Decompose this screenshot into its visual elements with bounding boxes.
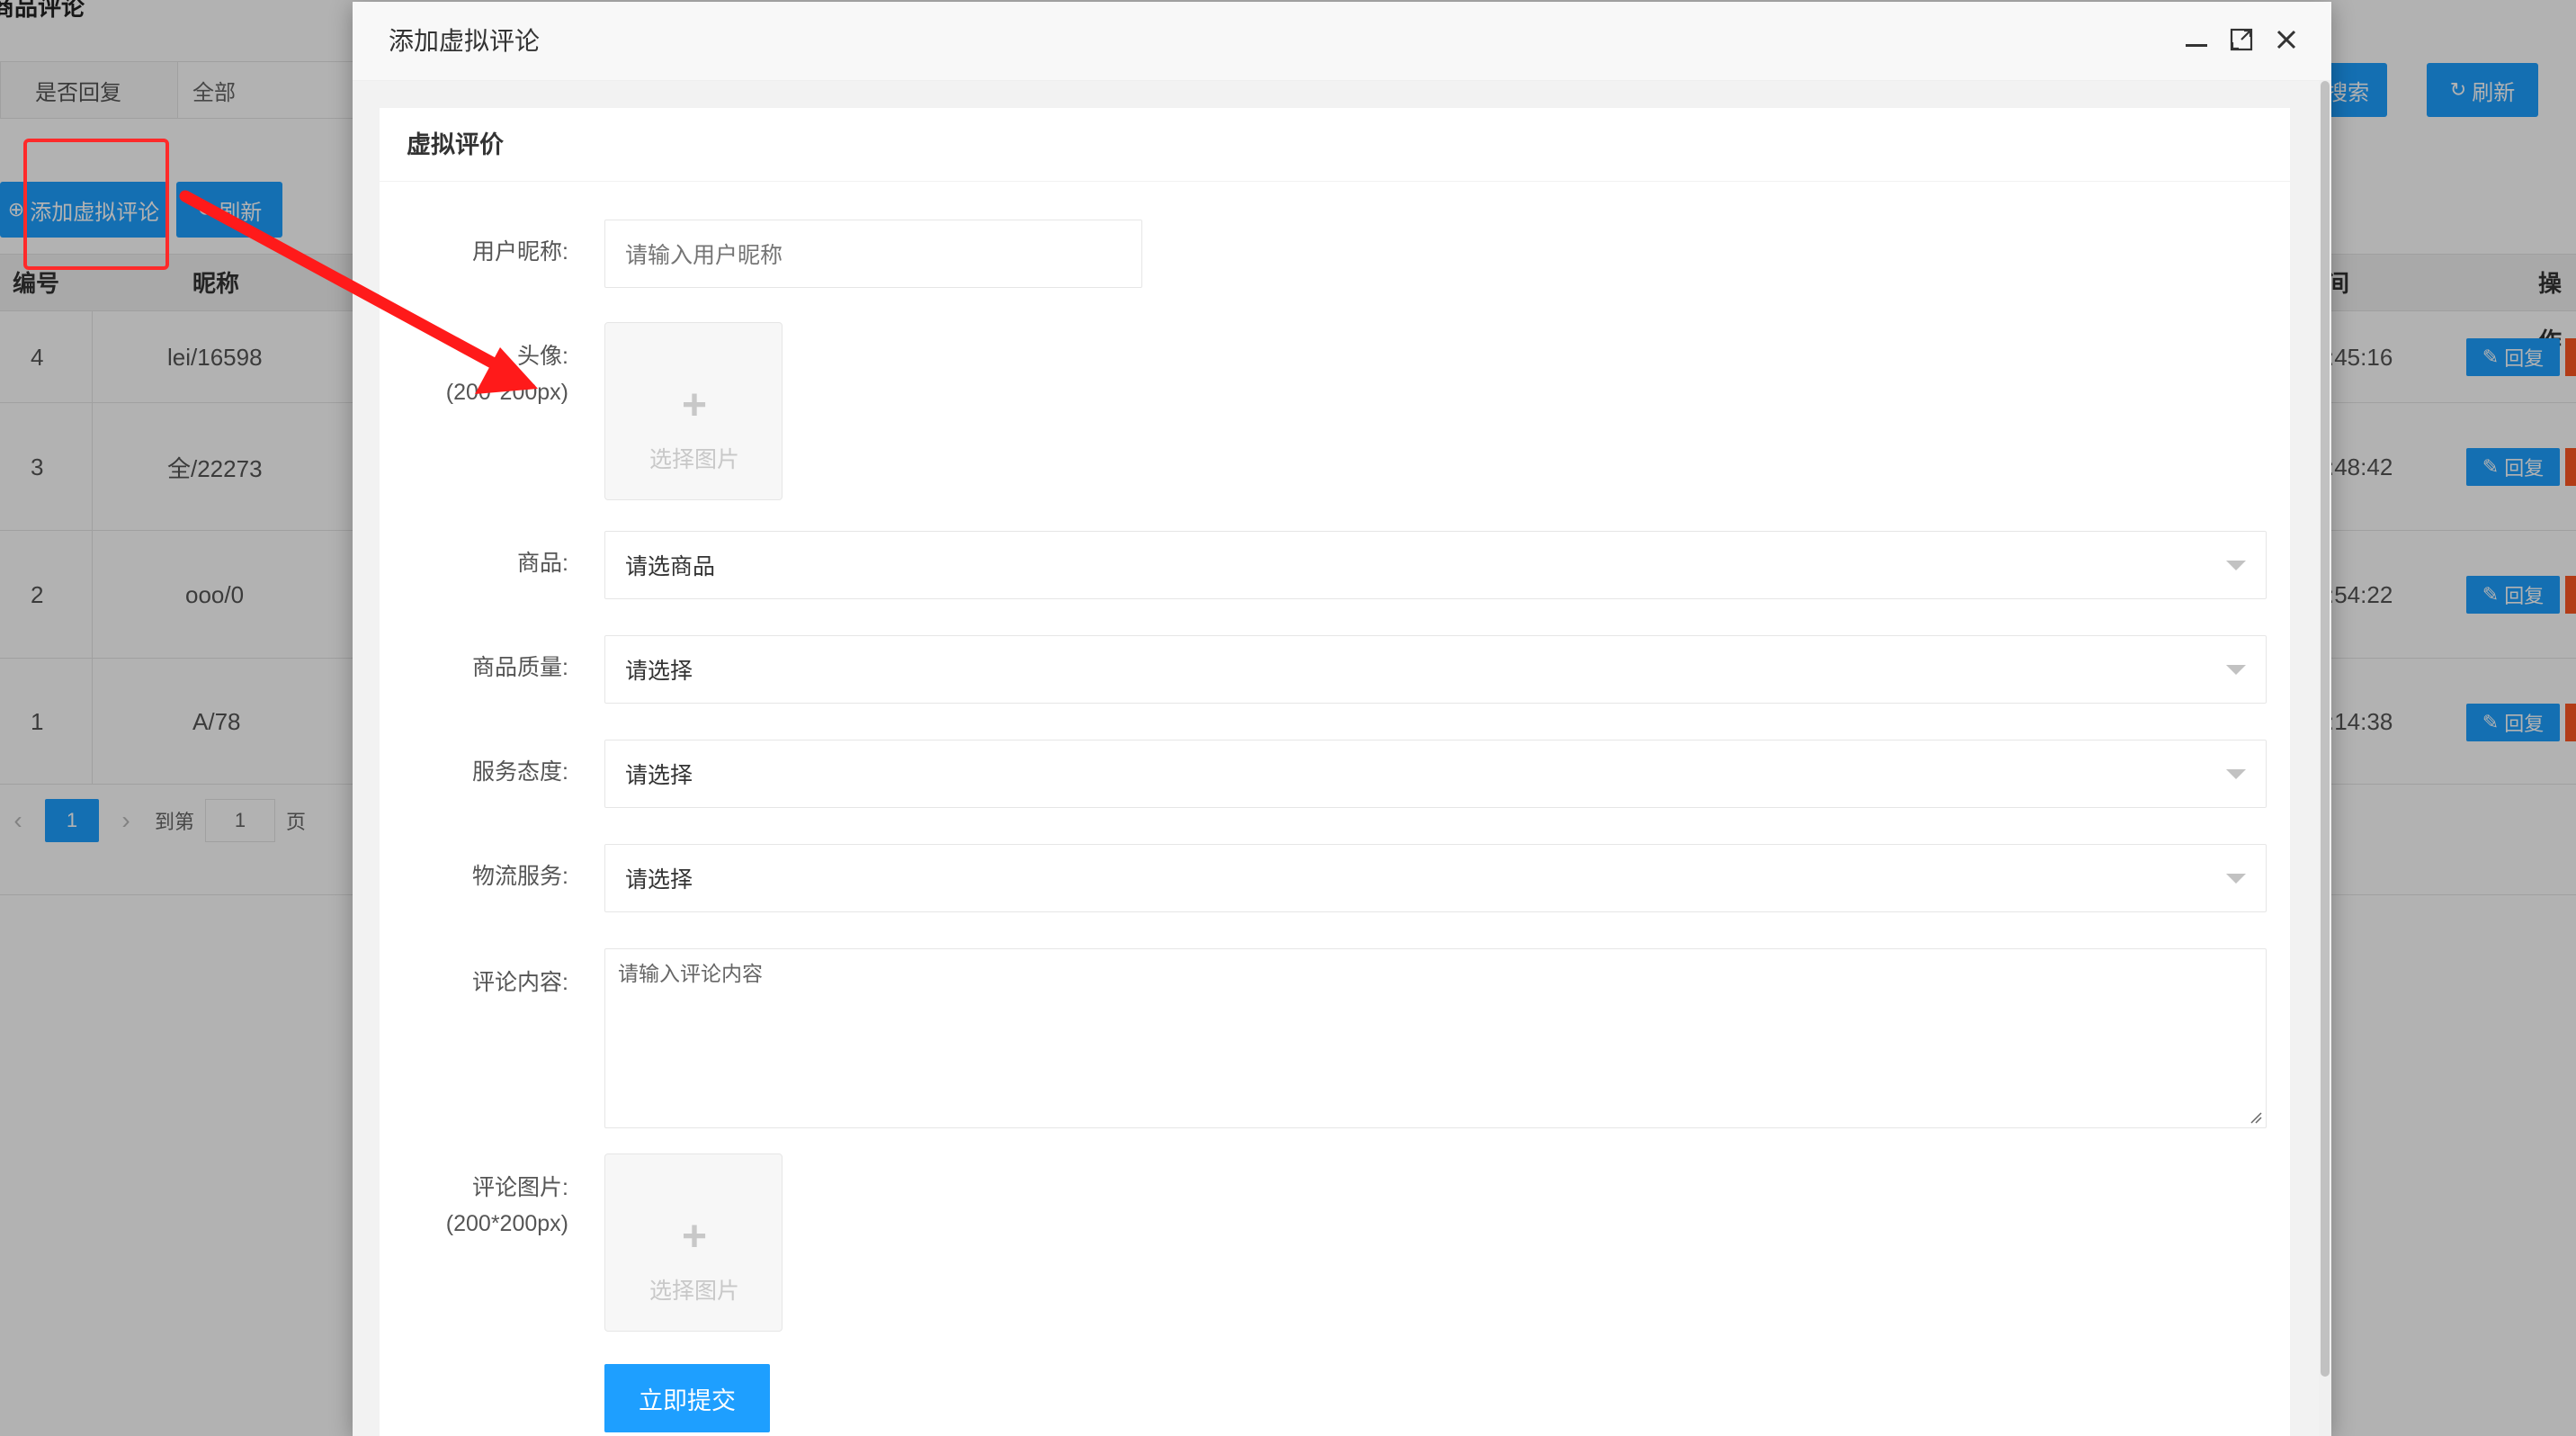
content-placeholder: 请输入评论内容 (618, 962, 763, 985)
avatar-upload[interactable]: + 选择图片 (604, 322, 783, 500)
submit-button[interactable]: 立即提交 (604, 1364, 770, 1432)
avatar-size-hint: (200*200px) (445, 380, 568, 405)
scrollbar-thumb[interactable] (2321, 81, 2330, 1377)
service-label: 服务态度: (472, 759, 568, 785)
content-textarea[interactable]: 请输入评论内容 (604, 948, 2267, 1128)
dropdown-arrow-icon (2226, 769, 2246, 779)
logistics-label: 物流服务: (472, 864, 568, 889)
modal-title: 添加虚拟评论 (389, 27, 541, 55)
upload-text: 选择图片 (648, 447, 739, 472)
annotation-highlight-box (23, 139, 169, 270)
modal-header: 添加虚拟评论 (353, 2, 2331, 81)
logistics-select[interactable]: 请选择 (604, 844, 2267, 912)
add-review-modal: 添加虚拟评论 虚拟评价 用户昵称: 请输入用户昵称 头像: (200*200px… (353, 2, 2331, 1436)
product-label: 商品: (517, 551, 568, 576)
product-select-value: 请选商品 (625, 554, 716, 579)
dropdown-arrow-icon (2226, 874, 2246, 884)
maximize-icon[interactable] (2223, 22, 2259, 58)
review-images-label: 评论图片: (472, 1175, 568, 1200)
service-select[interactable]: 请选择 (604, 740, 2267, 808)
section-title: 虚拟评价 (380, 108, 2290, 182)
plus-icon: + (681, 1213, 708, 1261)
resize-handle-icon[interactable] (2250, 1111, 2262, 1124)
minimize-icon[interactable] (2178, 22, 2214, 58)
plus-icon: + (681, 381, 708, 429)
upload-text: 选择图片 (648, 1279, 739, 1304)
logistics-select-value: 请选择 (625, 867, 693, 893)
nickname-label: 用户昵称: (472, 239, 568, 265)
quality-label: 商品质量: (472, 655, 568, 680)
service-select-value: 请选择 (625, 763, 693, 788)
form-card: 虚拟评价 用户昵称: 请输入用户昵称 头像: (200*200px) + 选择图… (380, 108, 2290, 1436)
close-icon[interactable] (2268, 22, 2304, 58)
avatar-label: 头像: (517, 344, 568, 369)
scrollbar[interactable] (2319, 81, 2331, 1436)
product-select[interactable]: 请选商品 (604, 531, 2267, 599)
quality-select-value: 请选择 (625, 659, 693, 684)
dropdown-arrow-icon (2226, 561, 2246, 570)
review-images-upload[interactable]: + 选择图片 (604, 1153, 783, 1332)
review-images-size-hint: (200*200px) (445, 1211, 568, 1236)
quality-select[interactable]: 请选择 (604, 635, 2267, 704)
modal-body: 虚拟评价 用户昵称: 请输入用户昵称 头像: (200*200px) + 选择图… (353, 81, 2331, 1436)
dropdown-arrow-icon (2226, 665, 2246, 675)
content-label: 评论内容: (472, 970, 568, 995)
nickname-input[interactable]: 请输入用户昵称 (604, 220, 1142, 288)
